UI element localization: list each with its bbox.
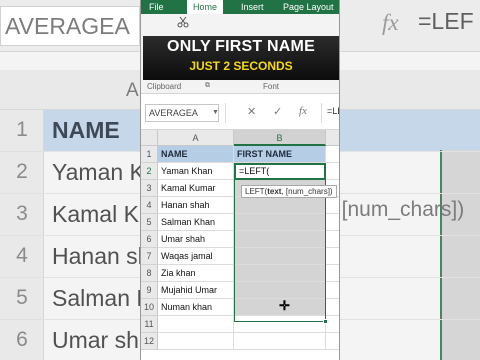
row-header[interactable]: 8 <box>141 265 158 282</box>
cell-b[interactable] <box>234 248 326 265</box>
cell-b[interactable] <box>234 265 326 282</box>
divider <box>321 103 322 123</box>
column-header-a[interactable]: A <box>158 130 234 146</box>
row-header[interactable]: 9 <box>141 282 158 299</box>
row-header[interactable]: 1 <box>141 146 158 163</box>
cell-b[interactable] <box>234 197 326 214</box>
ribbon-tab-bar: File Home Insert Page Layout <box>141 0 339 14</box>
name-box-value: AVERAGEA <box>149 108 198 118</box>
cell-a[interactable]: Salman Khan <box>158 214 234 231</box>
cell-a[interactable]: Waqas jamal <box>158 248 234 265</box>
excel-window: File Home Insert Page Layout ONLY FIRST … <box>140 0 340 360</box>
row-header[interactable]: 4 <box>141 197 158 214</box>
cell-c[interactable] <box>326 333 339 350</box>
column-header-b[interactable]: B <box>234 130 326 146</box>
overlay-title: ONLY FIRST NAME <box>167 38 315 55</box>
function-tooltip: LEFT(text, [num_chars]) <box>241 185 337 198</box>
cell-c[interactable] <box>326 299 339 316</box>
select-all-corner[interactable] <box>141 130 158 146</box>
cell-c[interactable] <box>326 282 339 299</box>
cell-b[interactable] <box>234 282 326 299</box>
cell-a[interactable]: Mujahid Umar <box>158 282 234 299</box>
overlay-subtitle: JUST 2 SECONDS <box>189 59 293 73</box>
cell-b[interactable] <box>234 214 326 231</box>
cell-c[interactable] <box>326 163 339 180</box>
cancel-icon[interactable]: ✕ <box>247 105 256 118</box>
cell-c[interactable] <box>326 316 339 333</box>
tab-insert[interactable]: Insert <box>241 0 264 14</box>
clipboard-launcher-icon[interactable]: ⧉ <box>205 82 210 90</box>
formula-input[interactable]: =LE <box>327 106 339 116</box>
header-cell-name[interactable]: NAME <box>158 146 234 163</box>
cell-a[interactable] <box>158 333 234 350</box>
row-header[interactable]: 6 <box>141 231 158 248</box>
cell-b[interactable] <box>234 231 326 248</box>
cell-a[interactable]: Kamal Kumar <box>158 180 234 197</box>
group-clipboard-label: Clipboard <box>147 82 182 91</box>
chevron-down-icon[interactable]: ▼ <box>212 109 219 116</box>
row-header[interactable]: 10 <box>141 299 158 316</box>
insert-function-icon[interactable]: fx <box>299 105 307 117</box>
cut-icon[interactable] <box>177 16 189 28</box>
name-box[interactable]: AVERAGEA ▼ <box>145 104 219 122</box>
enter-icon[interactable]: ✓ <box>273 105 282 118</box>
cell-b[interactable] <box>234 333 326 350</box>
header-cell-first-name[interactable]: FIRST NAME <box>234 146 326 163</box>
cell-a[interactable]: Umar shah <box>158 231 234 248</box>
formula-bar: AVERAGEA ▼ ✕ ✓ fx =LE <box>141 96 339 130</box>
tab-file[interactable]: File <box>149 0 164 14</box>
row-header[interactable]: 11 <box>141 316 158 333</box>
tooltip-current-arg: text <box>267 187 282 196</box>
column-header-c[interactable] <box>326 130 339 146</box>
cell-b[interactable] <box>234 316 326 333</box>
worksheet-grid: A B 1 NAME FIRST NAME 2 Yaman Khan =LEFT( 3 Kam… <box>141 130 339 360</box>
cell-c[interactable] <box>326 197 339 214</box>
cell-c[interactable] <box>326 248 339 265</box>
cell-c[interactable] <box>326 265 339 282</box>
cell-a[interactable]: Numan khan <box>158 299 234 316</box>
title-banner: ONLY FIRST NAME JUST 2 SECONDS <box>143 36 339 80</box>
tab-page-layout[interactable]: Page Layout <box>283 0 334 14</box>
fill-handle[interactable] <box>323 319 328 324</box>
row-header[interactable]: 12 <box>141 333 158 350</box>
row-header[interactable]: 2 <box>141 163 158 180</box>
tooltip-rest: , [num_chars]) <box>281 187 333 196</box>
divider <box>225 103 226 123</box>
active-cell[interactable]: =LEFT( <box>234 163 326 180</box>
tooltip-function: LEFT( <box>245 187 268 196</box>
cell-c[interactable] <box>326 146 339 163</box>
cell-c[interactable] <box>326 214 339 231</box>
row-header[interactable]: 7 <box>141 248 158 265</box>
row-header[interactable]: 3 <box>141 180 158 197</box>
cell-c[interactable] <box>326 231 339 248</box>
cell-a[interactable]: Hanan shah <box>158 197 234 214</box>
ribbon-group-labels: Clipboard ⧉ Font <box>141 80 339 94</box>
crosshair-cursor-icon: ✛ <box>279 298 290 313</box>
group-font-label: Font <box>263 82 280 91</box>
cell-a[interactable]: Yaman Khan <box>158 163 234 180</box>
cell-a[interactable]: Zia khan <box>158 265 234 282</box>
row-header[interactable]: 5 <box>141 214 158 231</box>
cell-a[interactable] <box>158 316 234 333</box>
tab-home[interactable]: Home <box>187 0 224 14</box>
